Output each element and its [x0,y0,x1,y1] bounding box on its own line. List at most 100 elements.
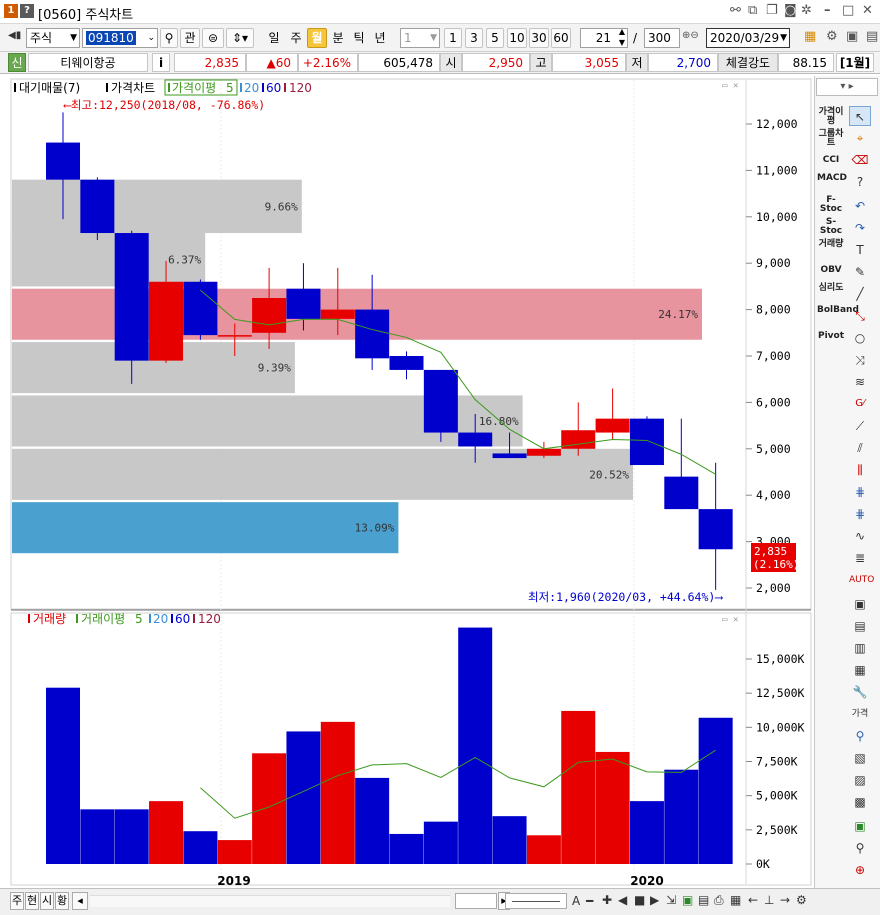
interval-5[interactable]: 5 [486,28,504,48]
indicator-cci[interactable]: CCI [817,156,845,165]
line-tool-icon[interactable]: ╱ [849,284,871,304]
code-input[interactable]: 091810 ⌄ [82,28,158,48]
legend-ma-20[interactable]: 20 [244,81,259,95]
window-number-badge[interactable]: 1 [4,4,18,18]
indicator-volume[interactable]: 거래량 [817,240,845,249]
excel-icon[interactable]: ▣ [849,816,871,836]
close-icon[interactable]: ✕ [862,3,873,19]
sound-icon[interactable]: ◀▮ [8,30,21,41]
fit-icon[interactable]: ⇲ [666,893,676,907]
gear-icon[interactable]: ⚙ [826,29,838,44]
search-icon[interactable]: ⚲ [160,28,178,48]
period-tick[interactable]: 틱 [349,28,369,48]
bar-chart-tool-icon[interactable]: ▥ [849,638,871,658]
grid-chart-icon[interactable]: ▦ [849,660,871,680]
count-stepper[interactable]: 21 ▲ ▼ [580,28,628,48]
legend-volume[interactable]: 거래량 [33,612,66,626]
arrow-end-icon[interactable]: ⊥ [764,893,774,907]
tab-current[interactable]: 현 [25,892,39,910]
wave-tool-icon[interactable]: ∿ [849,526,871,546]
table-icon[interactable]: ▦ [730,893,741,907]
indicator-f-stoc[interactable]: F-Stoc [817,196,845,214]
config-icon[interactable]: ⚙ [796,893,807,907]
text-tool-icon[interactable]: T [849,240,871,260]
interval-1[interactable]: 1 [444,28,462,48]
save-bottom-icon[interactable]: ▤ [698,893,709,907]
tab-week[interactable]: 주 [10,892,24,910]
magnifier-icon[interactable]: ⚲ [849,838,871,858]
indicator-bolband[interactable]: BolBand [817,306,859,315]
tab-status[interactable]: 황 [55,892,69,910]
arrow-right-icon[interactable]: → [780,893,790,907]
arrow-left-icon[interactable]: ← [748,893,758,907]
indicator-pivot[interactable]: Pivot [817,332,845,341]
screen-tool-icon[interactable]: ▨ [849,770,871,790]
copy-icon[interactable]: ⧉ [748,3,757,19]
period-year[interactable]: 년 [370,28,390,48]
updown-icon[interactable]: ⇕▾ [226,28,254,48]
gwan-button[interactable]: 관 [180,28,200,48]
news-tool-icon[interactable]: ▧ [849,748,871,768]
stock-chart[interactable]: 9.66%6.37%24.17%9.39%16.80%20.52%13.09% … [0,76,814,888]
fibo-time-icon[interactable]: ⫼ [849,460,871,480]
indicator-obv[interactable]: OBV [817,266,845,275]
indicator-price-ma[interactable]: 가격이평 [817,108,845,126]
print-icon[interactable]: ⎙ [714,893,724,908]
trend-tool-icon[interactable]: ⤡ [849,306,871,326]
interval-select[interactable]: 1 ▼ [400,28,440,48]
unlink-icon[interactable]: ⚯ [730,3,741,19]
interval-3[interactable]: 3 [465,28,483,48]
channel-tool-icon[interactable]: ≋ [849,372,871,392]
window-tool-icon[interactable]: ▣ [849,594,871,614]
regression-tool-icon[interactable]: ⤨ [849,350,871,370]
period-week[interactable]: 주 [286,28,306,48]
delete-all-icon[interactable]: ⌫ [849,150,871,170]
redo-icon[interactable]: ↷ [849,218,871,238]
save-icon[interactable]: ▣ [846,29,858,44]
date-select[interactable]: 2020/03/29 ▼ [706,28,790,48]
pane-minimize-icon[interactable]: ▭ [722,81,728,91]
help-tool-icon[interactable]: ? [849,172,871,192]
legend-price-ma-label[interactable]: 가격이평 [172,81,216,95]
search-tool-icon[interactable]: ⚲ [849,726,871,746]
legend-ma-60[interactable]: 60 [266,81,281,95]
chart-icon[interactable]: ▦ [804,29,816,44]
maximize-icon[interactable]: □ [842,3,854,19]
legend-vol-ma-120[interactable]: 120 [198,612,221,626]
pane-close-icon[interactable]: ✕ [733,81,738,91]
indicator-group-chart[interactable]: 그룹차트 [817,130,845,148]
undo-icon[interactable]: ↶ [849,196,871,216]
circle-tool-icon[interactable]: ○ [849,328,871,348]
stock-icon[interactable]: ⊜ [202,28,224,48]
gann-tool-icon[interactable]: G⁄ [849,394,871,414]
collapse-button[interactable]: ▾ ▸ [816,78,878,96]
legend-vol-ma-5[interactable]: 5 [135,612,143,626]
help-icon[interactable]: ? [20,4,34,18]
window-icon[interactable]: ❐ [766,3,778,19]
tab-scroll-track[interactable] [90,895,450,907]
count-total-input[interactable]: 300 [644,28,680,48]
legend-volume-profile[interactable]: 대기매물(7) [19,81,80,95]
period-month[interactable]: 월 [307,28,327,48]
analysis-tool-icon[interactable]: ▩ [849,792,871,812]
volpane-minimize-icon[interactable]: ▭ [722,615,728,625]
andrews-tool-icon[interactable]: ⋕ [849,482,871,502]
legend-ma-120[interactable]: 120 [289,81,312,95]
info-icon[interactable]: i [152,53,170,72]
zoom-icon[interactable]: ⊕⊖ [682,30,699,41]
scroll-thumb[interactable] [455,893,497,909]
zoom-slider[interactable] [505,893,567,909]
interval-10[interactable]: 10 [507,28,527,48]
cycle-tool-icon[interactable]: ≣ [849,548,871,568]
camera-icon[interactable]: ◙ [784,3,797,19]
indicator-macd[interactable]: MACD [817,174,847,183]
market-select[interactable]: 주식 ▼ [26,28,80,48]
zoom-in-icon[interactable]: ✚ [602,893,612,907]
font-size-icon[interactable]: A [572,894,580,908]
legend-vol-ma-20[interactable]: 20 [153,612,168,626]
fibo-fan-icon[interactable]: ⫽ [849,438,871,458]
legend-price-chart[interactable]: 가격차트 [111,81,155,95]
period-day[interactable]: 일 [264,28,284,48]
interval-60[interactable]: 60 [551,28,571,48]
layout-icon[interactable]: ▤ [866,29,878,44]
